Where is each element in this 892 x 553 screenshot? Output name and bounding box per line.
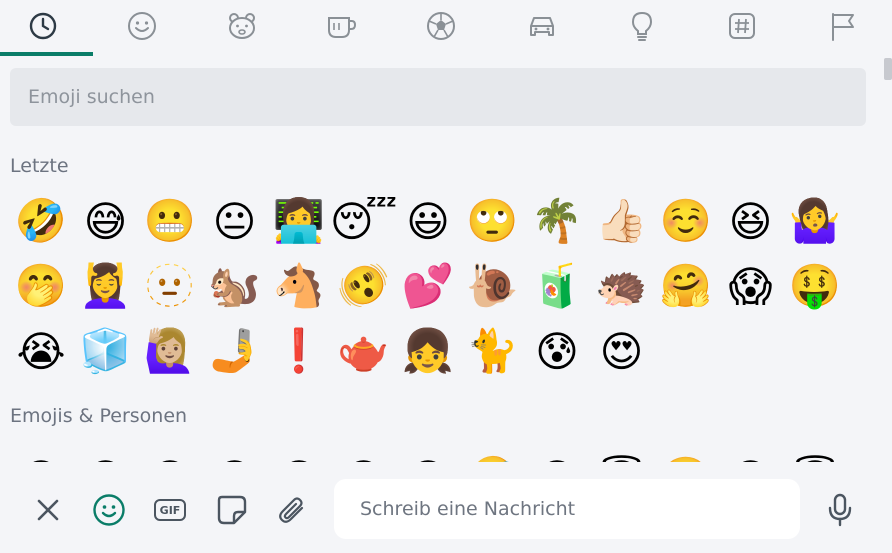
recent-emoji[interactable]: 👍🏻 (591, 190, 653, 252)
attach-button[interactable] (270, 488, 314, 532)
active-tab-indicator (0, 52, 93, 56)
recent-emoji[interactable]: 😰 (526, 320, 588, 382)
message-placeholder: Schreib eine Nachricht (360, 498, 576, 520)
recent-emoji[interactable]: 🤭 (10, 255, 72, 317)
recent-emoji[interactable]: 😴 (330, 190, 397, 252)
gif-button[interactable]: GIF (148, 488, 192, 532)
people-emoji[interactable]: 🙃 (720, 448, 782, 463)
recent-emoji[interactable]: 🤑 (784, 255, 846, 317)
lightbulb-icon (631, 11, 653, 41)
emoji-button[interactable] (87, 488, 131, 532)
recent-emoji[interactable]: 😅 (75, 190, 137, 252)
recent-emoji[interactable]: 😆 (720, 190, 782, 252)
tab-animals[interactable] (193, 0, 291, 52)
people-emoji[interactable]: 😀 (10, 448, 72, 463)
recent-emoji[interactable]: ❗ (268, 320, 330, 382)
recent-emoji[interactable]: 🐿️ (204, 255, 266, 317)
people-emoji[interactable]: 🙂 (655, 448, 717, 462)
recent-emoji[interactable]: 🤣 (10, 190, 72, 252)
recent-emoji[interactable]: 👩‍💻 (268, 190, 330, 252)
recent-emoji[interactable]: 😭 (10, 320, 72, 382)
tab-flags[interactable] (794, 0, 892, 52)
tab-smileys[interactable] (93, 0, 191, 52)
tab-food[interactable] (292, 0, 390, 52)
recent-emoji[interactable]: 💆‍♀️ (75, 255, 137, 317)
recent-emoji[interactable]: 🤗 (655, 255, 717, 317)
emoji-search-input[interactable]: Emoji suchen (10, 68, 866, 126)
section-title-people: Emojis & Personen (10, 405, 188, 427)
recent-emoji[interactable]: 🐌 (462, 255, 524, 317)
gif-label: GIF (159, 503, 181, 517)
people-emoji[interactable]: 😇 (591, 448, 653, 463)
flag-icon (832, 13, 854, 41)
recent-emoji[interactable]: 🌴 (526, 190, 588, 252)
emoji-category-tabs (0, 0, 892, 58)
close-icon (37, 499, 59, 521)
recent-emoji[interactable]: 😬 (139, 190, 201, 252)
people-emoji[interactable]: 😇 (784, 448, 846, 463)
recent-emoji[interactable]: 👧 (397, 320, 459, 382)
people-emoji[interactable]: 😆 (268, 448, 330, 463)
recent-emoji[interactable]: 💕 (397, 255, 459, 317)
recent-emoji[interactable]: 😐 (204, 190, 266, 252)
message-input[interactable]: Schreib eine Nachricht (334, 479, 800, 539)
people-emoji[interactable]: 😂 (397, 448, 459, 463)
people-emoji[interactable]: 😊 (526, 448, 588, 463)
microphone-icon (828, 493, 852, 527)
recent-emoji[interactable]: 🫖 (333, 320, 395, 382)
people-emoji[interactable]: 😅 (333, 448, 395, 463)
recent-emoji[interactable]: 🤳 (204, 320, 266, 382)
recent-emoji[interactable]: 😃 (397, 190, 459, 252)
sticker-button[interactable] (210, 488, 254, 532)
people-emoji[interactable]: 🤣 (462, 448, 524, 462)
tab-activities[interactable] (392, 0, 490, 52)
tab-recent[interactable] (0, 0, 92, 52)
recent-emoji[interactable]: 🐈 (462, 320, 524, 382)
bear-icon (229, 13, 255, 39)
recent-emoji[interactable]: 🧊 (75, 320, 137, 382)
section-title-recent: Letzte (10, 155, 69, 177)
gif-icon: GIF (154, 499, 186, 521)
cup-icon (328, 17, 357, 38)
recent-emoji[interactable]: 😱 (720, 255, 782, 317)
people-emoji[interactable]: 😁 (204, 448, 266, 463)
smiley-icon (93, 494, 125, 526)
people-emoji[interactable]: 😃 (75, 448, 137, 463)
sticker-icon (217, 495, 247, 525)
close-emoji-panel-button[interactable] (26, 488, 70, 532)
tab-objects[interactable] (593, 0, 691, 52)
tab-symbols[interactable] (693, 0, 791, 52)
tab-travel[interactable] (493, 0, 591, 52)
recent-emoji[interactable]: 🫨 (333, 255, 395, 317)
soccer-ball-icon (427, 12, 455, 40)
people-emoji-grid: 😀😃😄😁😆😅😂🤣😊😇🙂🙃😇 (10, 448, 880, 462)
recent-emoji[interactable]: 🧃 (526, 255, 588, 317)
recent-emoji[interactable]: 😍 (591, 320, 653, 382)
emoji-search-placeholder: Emoji suchen (28, 86, 155, 108)
hashtag-icon (729, 13, 755, 39)
recent-emoji[interactable]: 🐴 (268, 255, 330, 317)
scrollbar-thumb[interactable] (884, 58, 892, 80)
recent-emoji[interactable]: 🤷‍♀️ (784, 190, 846, 252)
people-emoji-row-clipped: 😀😃😄😁😆😅😂🤣😊😇🙂🙃😇 (0, 448, 892, 462)
car-icon (530, 17, 554, 36)
recent-emoji[interactable]: 🦔 (591, 255, 653, 317)
clock-icon (29, 12, 57, 40)
recent-emoji[interactable]: 🙄 (462, 190, 524, 252)
paperclip-icon (279, 497, 304, 523)
people-emoji[interactable]: 😄 (139, 448, 201, 463)
recent-emoji[interactable]: ☺️ (655, 190, 717, 252)
recent-emoji[interactable]: 🙋🏼‍♀️ (139, 320, 201, 382)
recent-emoji[interactable]: 🫥 (139, 255, 201, 317)
voice-message-button[interactable] (818, 488, 862, 532)
smiley-icon (128, 12, 156, 40)
recent-emoji-grid: 🤣 😅 😬 😐 👩‍💻 😴 😃 🙄 🌴 👍🏻 ☺️ 😆 🤷‍♀️ 🤭 💆‍♀️ 🫥 🐿️ 🐴 🫨 💕 🐌 🧃 🦔 🤗 😱 🤑 😭 🧊 🙋… (10, 190, 880, 390)
